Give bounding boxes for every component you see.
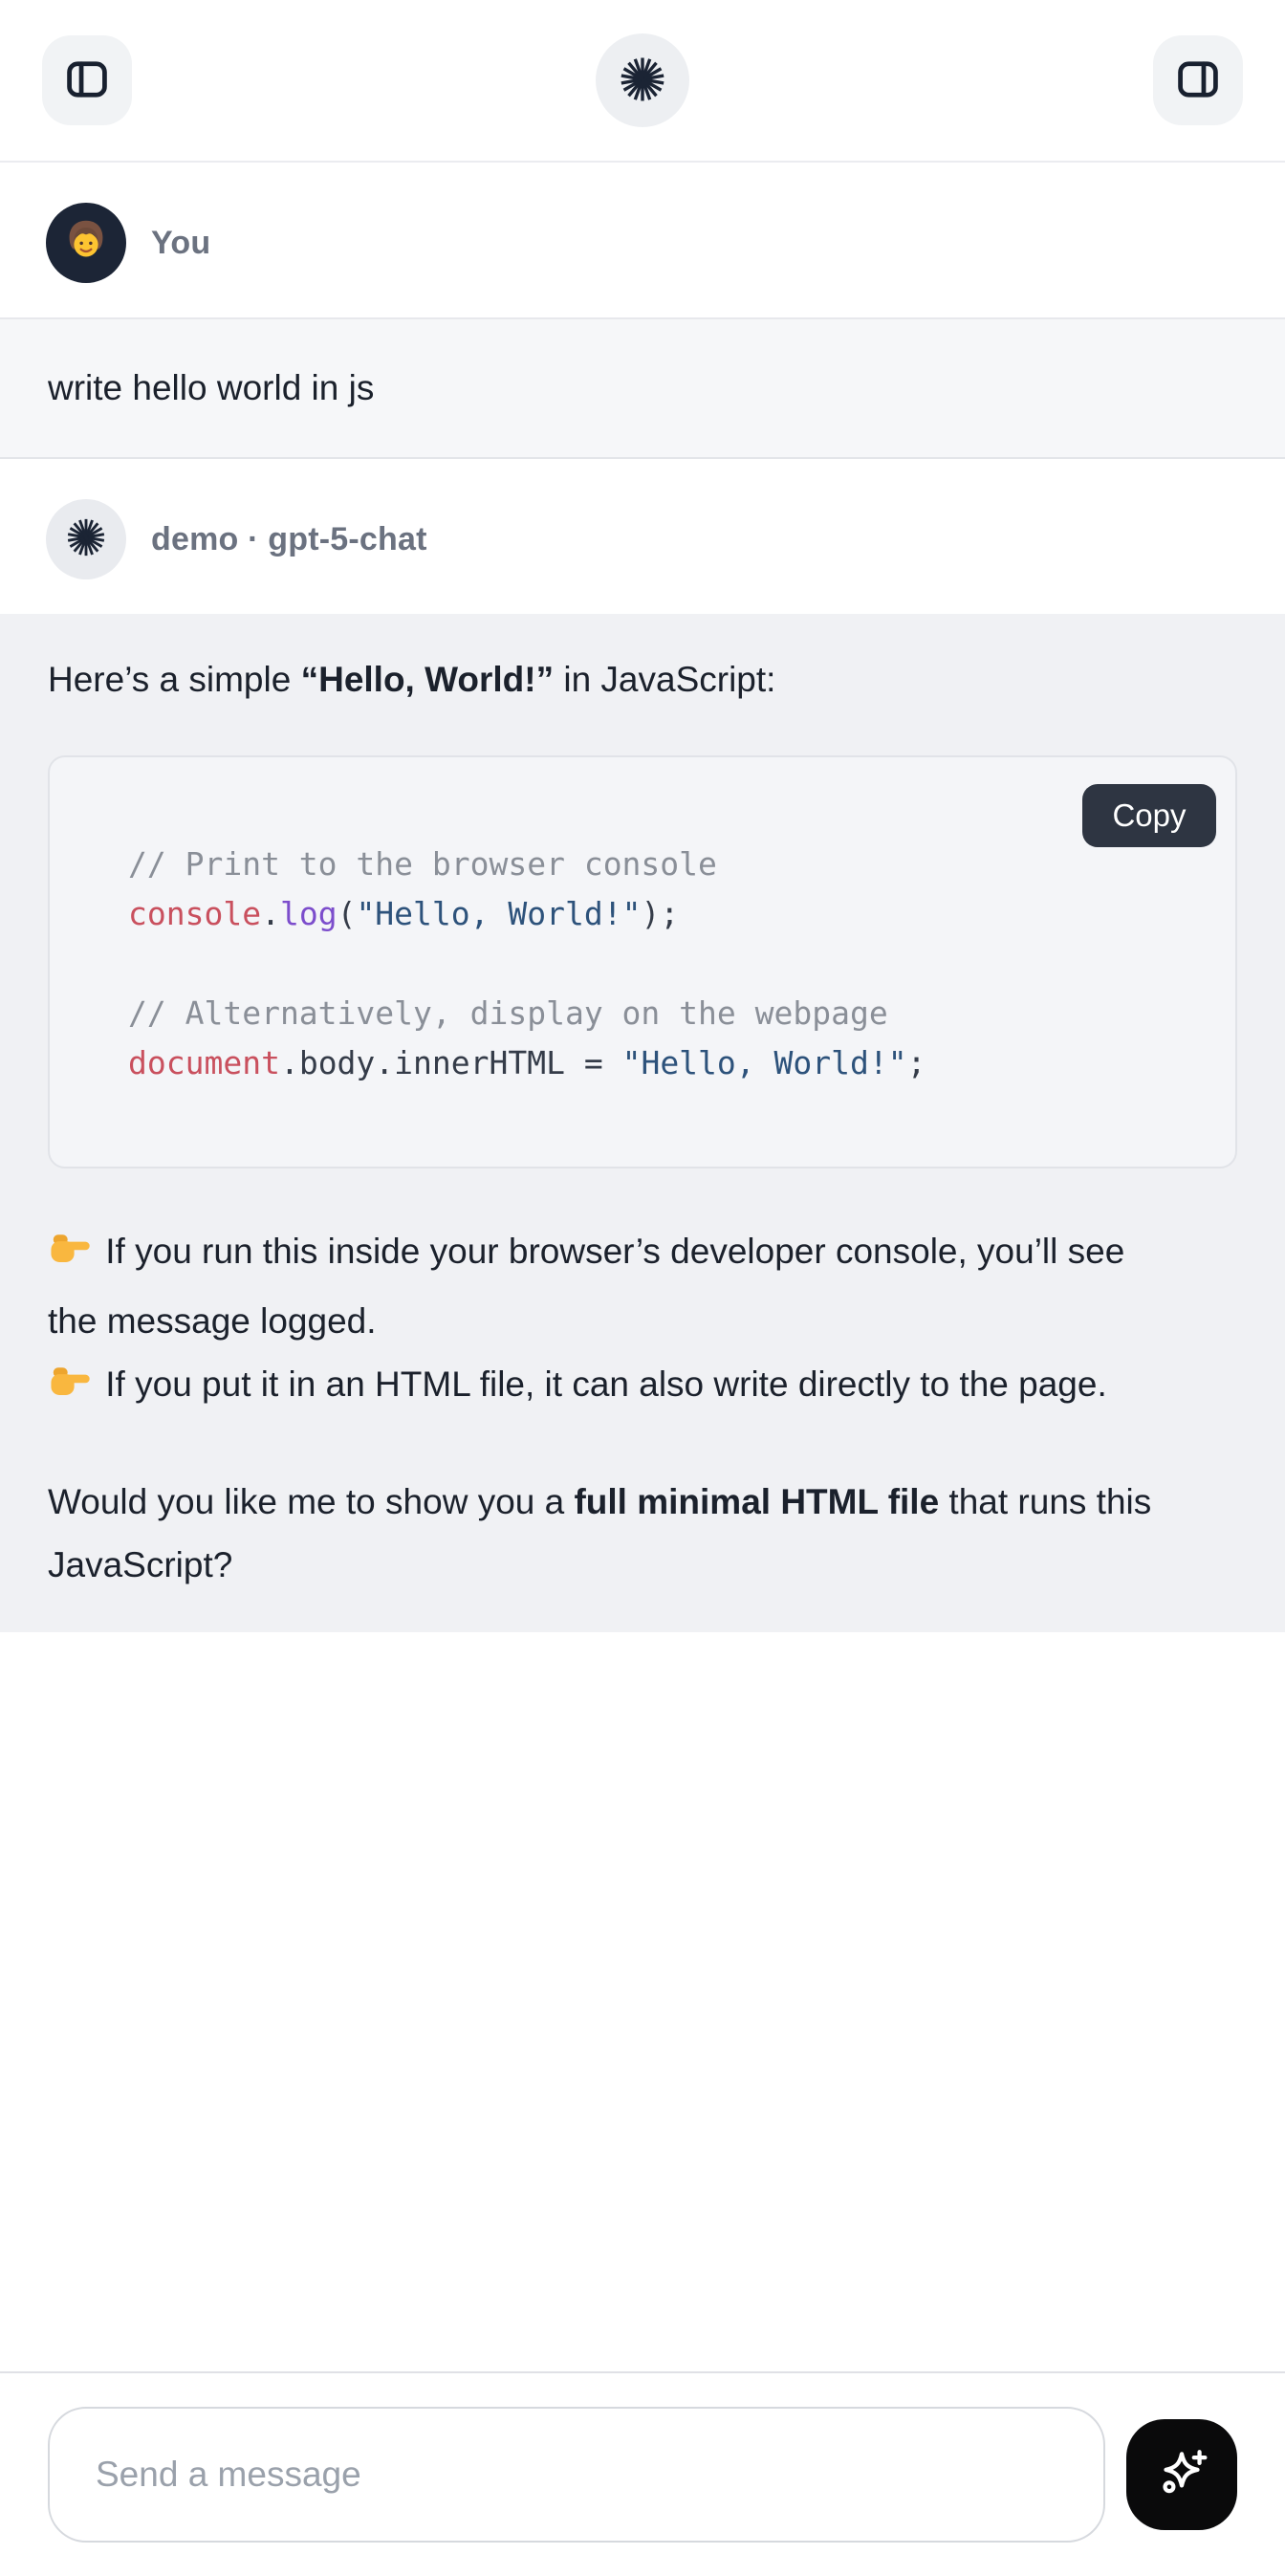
panel-right-icon [1173, 55, 1223, 107]
assistant-avatar [46, 499, 126, 579]
bullet-text: If you put it in an HTML file, it can al… [96, 1364, 1107, 1404]
sidebar-toggle-button[interactable] [42, 35, 132, 125]
user-message-text: write hello world in js [48, 368, 374, 407]
user-avatar [46, 203, 126, 283]
intro-text: Here’s a simple [48, 660, 301, 699]
closing-bold-text: full minimal HTML file [574, 1482, 939, 1521]
bullet-item: If you put it in an HTML file, it can al… [48, 1353, 1162, 1423]
code-token: ( [338, 895, 357, 932]
starburst-icon [64, 515, 108, 564]
intro-text-end: in JavaScript: [554, 660, 775, 699]
composer-bar [0, 2371, 1285, 2576]
assistant-sender-row: demo · gpt-5-chat [0, 459, 1285, 614]
code-line: document.body.innerHTML = "Hello, World!… [128, 1038, 1197, 1088]
code-line: console.log("Hello, World!"); [128, 889, 1197, 939]
code-token: log [280, 895, 338, 932]
panel-left-icon [62, 55, 112, 107]
code-token: ); [641, 895, 679, 932]
starburst-icon [617, 54, 668, 108]
chat-scroll-area[interactable]: You write hello world in js [0, 163, 1285, 2371]
message-input[interactable] [48, 2407, 1105, 2543]
code-token: ; [907, 1044, 926, 1081]
person-emoji-icon [56, 211, 116, 275]
code-token: document [128, 1044, 280, 1081]
assistant-closing-paragraph: Would you like me to show you a full min… [48, 1471, 1162, 1597]
right-panel-toggle-button[interactable] [1153, 35, 1243, 125]
bullet-text: If you run this inside your browser’s de… [48, 1232, 1124, 1341]
user-sender-name: You [151, 225, 210, 262]
code-token: "Hello, World!" [622, 1044, 907, 1081]
intro-bold-text: “Hello, World!” [301, 660, 554, 699]
code-content: // Print to the browser console console.l… [50, 757, 1235, 1167]
model-logo-button[interactable] [596, 33, 689, 127]
chat-app: You write hello world in js [0, 0, 1285, 2576]
code-block: Copy // Print to the browser console cons… [48, 755, 1237, 1168]
bullet-list: If you run this inside your browser’s de… [48, 1220, 1237, 1423]
sparkle-icon [1150, 2442, 1213, 2508]
bullet-item: If you run this inside your browser’s de… [48, 1220, 1162, 1353]
pointing-right-emoji-icon [48, 1359, 92, 1423]
send-button[interactable] [1126, 2419, 1237, 2530]
user-sender-row: You [0, 163, 1285, 317]
code-token: . [261, 895, 280, 932]
code-line: // Print to the browser console [128, 840, 1197, 889]
code-line: // Alternatively, display on the webpage [128, 989, 1197, 1038]
code-token: console [128, 895, 261, 932]
assistant-message: Here’s a simple “Hello, World!” in JavaS… [0, 614, 1285, 1632]
copy-button[interactable]: Copy [1082, 784, 1216, 847]
code-token: "Hello, World!" [356, 895, 641, 932]
pointing-right-emoji-icon [48, 1226, 92, 1290]
user-message: write hello world in js [0, 317, 1285, 459]
top-bar [0, 0, 1285, 163]
closing-text: Would you like me to show you a [48, 1482, 574, 1521]
assistant-sender-name: demo · gpt-5-chat [151, 521, 427, 558]
code-token: // Alternatively, display on the webpage [128, 994, 888, 1032]
assistant-intro-paragraph: Here’s a simple “Hello, World!” in JavaS… [48, 648, 1162, 711]
code-line [128, 939, 1197, 989]
code-token: // Print to the browser console [128, 845, 717, 883]
code-token: .body.innerHTML = [280, 1044, 622, 1081]
